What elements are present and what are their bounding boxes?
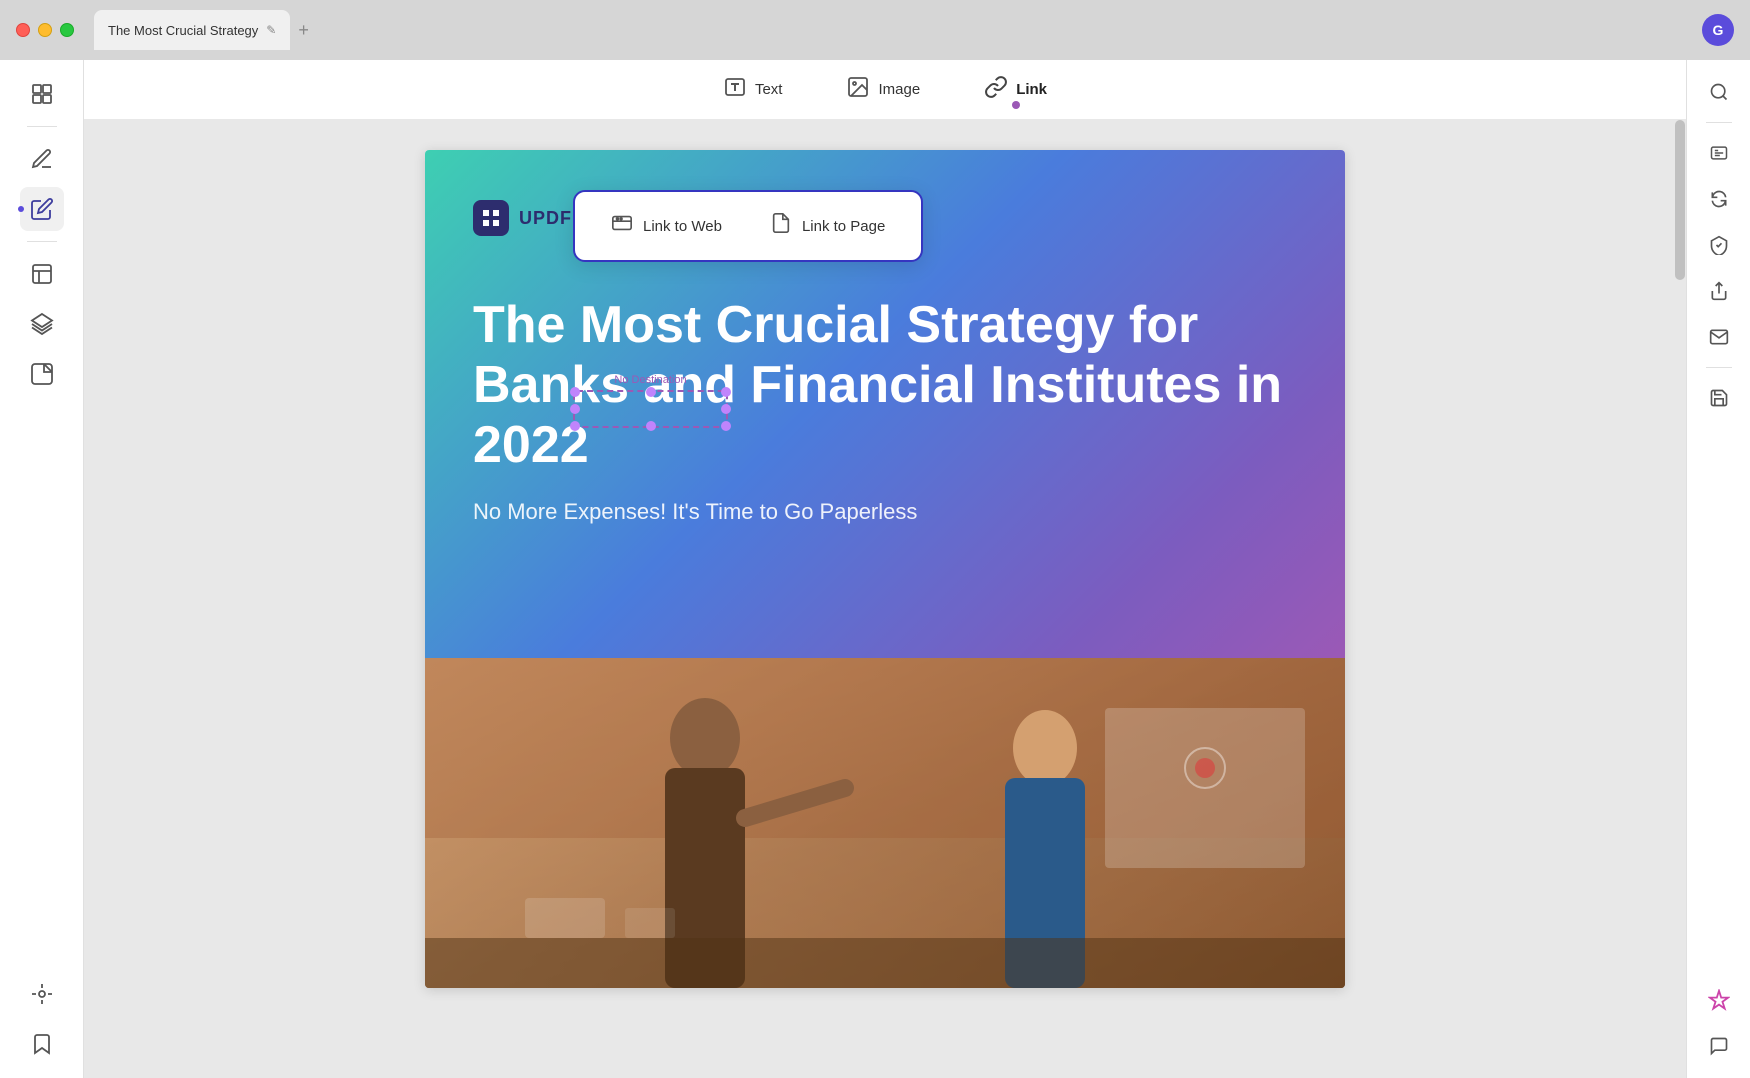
secure-icon-button[interactable] [1699,225,1739,265]
tab-title: The Most Crucial Strategy [108,23,258,38]
chat-icon-button[interactable] [1699,1026,1739,1066]
link-active-dot [1012,101,1020,109]
sidebar-item-layers[interactable] [20,302,64,346]
link-toolbar-icon [984,75,1008,105]
add-tab-button[interactable]: + [298,20,309,41]
toolbar-link-label: Link [1016,81,1047,98]
logo-icon [473,200,509,236]
right-divider-2 [1706,367,1732,368]
right-sidebar [1686,60,1750,1078]
right-divider-1 [1706,122,1732,123]
handle-bot-right[interactable] [721,421,731,431]
handle-top-mid[interactable] [646,387,656,397]
canvas-area[interactable]: UPDF [84,120,1686,1078]
scrollbar[interactable] [1674,120,1686,1078]
sidebar-divider-2 [27,241,57,242]
document-page: UPDF [425,150,1345,988]
handle-mid-right[interactable] [721,404,731,414]
sidebar-divider-1 [27,126,57,127]
sidebar-item-bookmark[interactable] [20,1022,64,1066]
main-area: Text Image [84,60,1686,1078]
minimize-button[interactable] [38,23,52,37]
sidebar-item-pages[interactable] [20,72,64,116]
photo-placeholder [425,658,1345,988]
sync-icon-button[interactable] [1699,179,1739,219]
handle-bot-mid[interactable] [646,421,656,431]
link-to-web-option[interactable]: Link to Web [591,204,742,248]
user-avatar[interactable]: G [1702,14,1734,46]
edit-icon[interactable]: ✎ [266,23,276,37]
no-destination-label: No Destination [614,374,686,386]
mail-icon-button[interactable] [1699,317,1739,357]
handle-bot-left[interactable] [570,421,580,431]
toolbar-text-button[interactable]: Text [707,67,799,113]
document-tab[interactable]: The Most Crucial Strategy ✎ [94,10,290,50]
pdf-page: UPDF [425,150,1345,988]
titlebar: The Most Crucial Strategy ✎ + G [0,0,1750,60]
image-toolbar-icon [846,75,870,105]
save-icon-button[interactable] [1699,378,1739,418]
search-icon-button[interactable] [1699,72,1739,112]
link-to-web-label: Link to Web [643,218,722,235]
toolbar-image-button[interactable]: Image [830,67,936,113]
sidebar-item-templates[interactable] [20,252,64,296]
sidebar-item-pen[interactable] [20,137,64,181]
share-icon-button[interactable] [1699,271,1739,311]
maximize-button[interactable] [60,23,74,37]
left-sidebar [0,60,84,1078]
sidebar-item-markup[interactable] [20,187,64,231]
ocr-icon-button[interactable] [1699,133,1739,173]
photo-section [425,658,1345,988]
hero-subtitle: No More Expenses! It's Time to Go Paperl… [473,499,1297,525]
page-icon [770,212,792,240]
url-icon [611,212,633,240]
hero-banner: UPDF [425,150,1345,658]
toolbar-text-label: Text [755,81,783,98]
top-toolbar: Text Image [84,60,1686,120]
logo-text: UPDF [519,208,572,229]
scrollbar-thumb[interactable] [1675,120,1685,280]
selected-element[interactable]: No Destination [573,390,728,428]
handle-mid-left[interactable] [570,404,580,414]
close-button[interactable] [16,23,30,37]
sidebar-item-stickers[interactable] [20,352,64,396]
app-body: Text Image [0,60,1750,1078]
photo-svg [425,658,1345,988]
link-to-page-label: Link to Page [802,218,885,235]
handle-top-left[interactable] [570,387,580,397]
sidebar-item-layers-bottom[interactable] [20,972,64,1016]
handle-top-right[interactable] [721,387,731,397]
toolbar-image-label: Image [878,81,920,98]
traffic-lights [16,23,74,37]
active-indicator [18,206,24,212]
ai-icon-button[interactable] [1699,980,1739,1020]
sidebar-item-markup-container [20,187,64,231]
toolbar-link-container: Link [968,67,1063,113]
link-popup: Link to Web Link to Page [573,190,923,262]
link-to-page-option[interactable]: Link to Page [750,204,905,248]
text-toolbar-icon [723,75,747,105]
hero-title: The Most Crucial Strategy for Banks and … [473,296,1297,475]
